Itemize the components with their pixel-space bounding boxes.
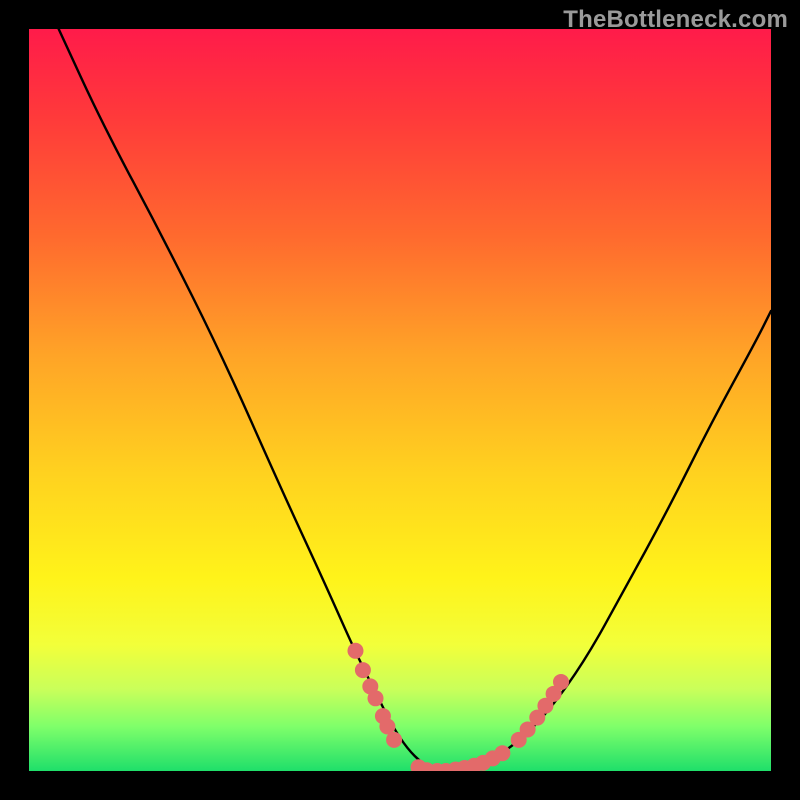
dot <box>494 745 510 761</box>
chart-frame: TheBottleneck.com <box>0 0 800 800</box>
dots-right <box>511 674 569 748</box>
dots-bottom <box>411 745 511 771</box>
watermark-text: TheBottleneck.com <box>563 6 788 34</box>
dot <box>347 643 363 659</box>
plot-area <box>29 29 771 771</box>
main-curve <box>59 29 771 771</box>
dot <box>553 674 569 690</box>
dot <box>368 690 384 706</box>
chart-svg <box>29 29 771 771</box>
dot <box>355 662 371 678</box>
dot <box>386 732 402 748</box>
dots-left <box>347 643 402 748</box>
